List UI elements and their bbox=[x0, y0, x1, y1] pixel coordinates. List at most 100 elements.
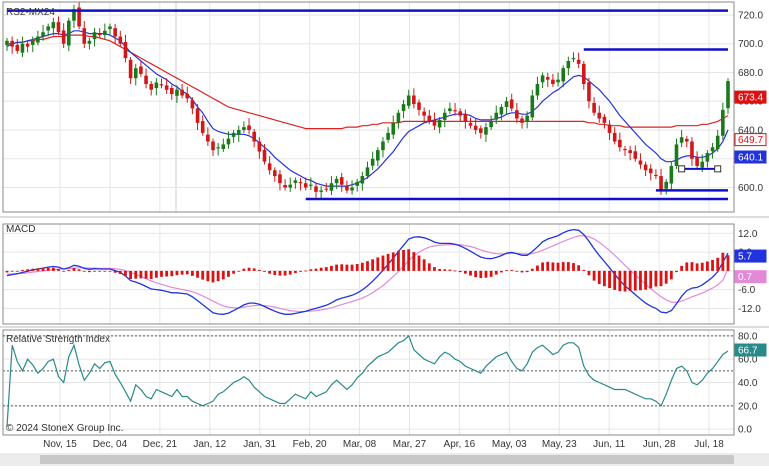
macd-histogram-bar bbox=[700, 262, 704, 271]
x-tick-label: May, 23 bbox=[542, 439, 577, 450]
candle-up bbox=[700, 161, 705, 168]
candle-up bbox=[525, 115, 529, 122]
candle-up bbox=[51, 22, 56, 29]
macd-histogram-bar bbox=[242, 268, 246, 271]
macd-histogram-bar bbox=[191, 270, 194, 276]
macd-histogram-bar bbox=[5, 270, 9, 273]
candle-down bbox=[623, 149, 627, 151]
macd-histogram-bar bbox=[711, 259, 714, 271]
candle-down bbox=[82, 28, 87, 44]
candle-up bbox=[20, 43, 25, 53]
candle-up bbox=[231, 132, 236, 137]
price-panel-title: RS2-MX24 bbox=[6, 7, 55, 18]
macd-histogram-bar bbox=[412, 252, 416, 271]
macd-histogram-bar bbox=[448, 269, 452, 271]
candle-down bbox=[618, 139, 622, 148]
candle-up bbox=[221, 144, 226, 149]
macd-histogram-bar bbox=[93, 270, 96, 272]
ma-short-label: 640.1 bbox=[738, 153, 763, 164]
candle-down bbox=[648, 168, 653, 174]
candle-down bbox=[185, 93, 190, 99]
macd-histogram-bar bbox=[170, 270, 174, 277]
candle-down bbox=[412, 95, 416, 105]
macd-histogram-bar bbox=[221, 270, 225, 280]
x-tick-label: Jun, 28 bbox=[643, 439, 676, 450]
candle-down bbox=[10, 40, 14, 47]
candle-down bbox=[551, 79, 555, 84]
candle-up bbox=[669, 165, 674, 184]
macd-histogram-bar bbox=[463, 270, 467, 274]
macd-histogram-bar bbox=[422, 259, 426, 271]
macd-histogram-bar bbox=[608, 270, 611, 289]
macd-histogram-bar bbox=[556, 262, 560, 271]
candle-up bbox=[293, 180, 298, 183]
macd-panel-title: MACD bbox=[6, 224, 35, 235]
macd-histogram-bar bbox=[644, 270, 647, 290]
macd-histogram-bar bbox=[633, 270, 637, 291]
candle-down bbox=[515, 110, 519, 119]
x-tick-label: Mar, 27 bbox=[393, 439, 427, 450]
candle-up bbox=[710, 147, 715, 152]
macd-histogram-bar bbox=[675, 270, 678, 273]
candle-down bbox=[592, 102, 596, 113]
macd-histogram-bar bbox=[124, 270, 127, 277]
x-tick-label: May, 03 bbox=[492, 439, 527, 450]
macd-histogram-bar bbox=[520, 270, 524, 273]
macd-tick-label: -12.0 bbox=[738, 304, 761, 315]
macd-histogram-bar bbox=[402, 249, 405, 271]
price-tick-label: 680.0 bbox=[738, 68, 763, 79]
candle-down bbox=[303, 183, 308, 188]
candle-up bbox=[561, 68, 565, 82]
candle-down bbox=[97, 33, 102, 36]
candle-down bbox=[695, 157, 699, 166]
signal-value-label: 0.7 bbox=[738, 272, 752, 283]
macd-histogram-bar bbox=[324, 267, 328, 271]
macd-histogram-bar bbox=[288, 270, 292, 275]
candle-down bbox=[257, 141, 262, 152]
candle-up bbox=[406, 95, 411, 106]
candle-up bbox=[154, 82, 159, 89]
macd-histogram-bar bbox=[206, 270, 210, 282]
candle-down bbox=[427, 115, 432, 122]
candle-down bbox=[607, 124, 612, 133]
copyright-text: © 2024 StoneX Group Inc. bbox=[6, 423, 123, 434]
macd-histogram-bar bbox=[67, 269, 71, 271]
macd-histogram-bar bbox=[530, 268, 534, 271]
macd-histogram-bar bbox=[726, 255, 730, 271]
macd-histogram-bar bbox=[160, 270, 163, 277]
candle-down bbox=[298, 182, 303, 184]
candle-up bbox=[571, 58, 576, 60]
candle-down bbox=[25, 43, 30, 47]
candle-up bbox=[236, 130, 241, 135]
candle-up bbox=[108, 26, 112, 30]
candle-down bbox=[432, 119, 437, 126]
rsi-tick-label: 0.0 bbox=[738, 425, 752, 436]
ma-long-label: 649.7 bbox=[738, 135, 763, 146]
macd-histogram-bar bbox=[551, 262, 555, 271]
macd-histogram-bar bbox=[443, 269, 447, 271]
candle-up bbox=[437, 119, 442, 128]
macd-histogram-bar bbox=[36, 268, 40, 271]
candle-down bbox=[128, 59, 133, 79]
candle-up bbox=[242, 127, 246, 131]
macd-histogram-bar bbox=[237, 270, 241, 272]
candle-up bbox=[715, 135, 720, 149]
candle-up bbox=[504, 101, 509, 107]
macd-histogram-bar bbox=[407, 249, 411, 271]
macd-histogram-bar bbox=[216, 270, 220, 282]
chart-svg: 600.0620.0640.0660.0680.0700.0720.012.06… bbox=[0, 0, 769, 466]
candle-down bbox=[690, 141, 694, 159]
price-tick-label: 720.0 bbox=[738, 10, 763, 21]
macd-histogram-bar bbox=[299, 270, 302, 272]
candle-down bbox=[278, 174, 282, 184]
candle-down bbox=[164, 85, 169, 90]
macd-histogram-bar bbox=[515, 270, 519, 272]
macd-histogram-bar bbox=[371, 259, 375, 271]
macd-histogram-bar bbox=[144, 270, 148, 279]
macd-histogram-bar bbox=[592, 270, 596, 281]
candle-down bbox=[339, 177, 344, 185]
candle-down bbox=[123, 41, 128, 59]
x-tick-label: Jul, 18 bbox=[694, 439, 724, 450]
macd-histogram-bar bbox=[129, 270, 132, 279]
macd-histogram-bar bbox=[664, 270, 668, 284]
